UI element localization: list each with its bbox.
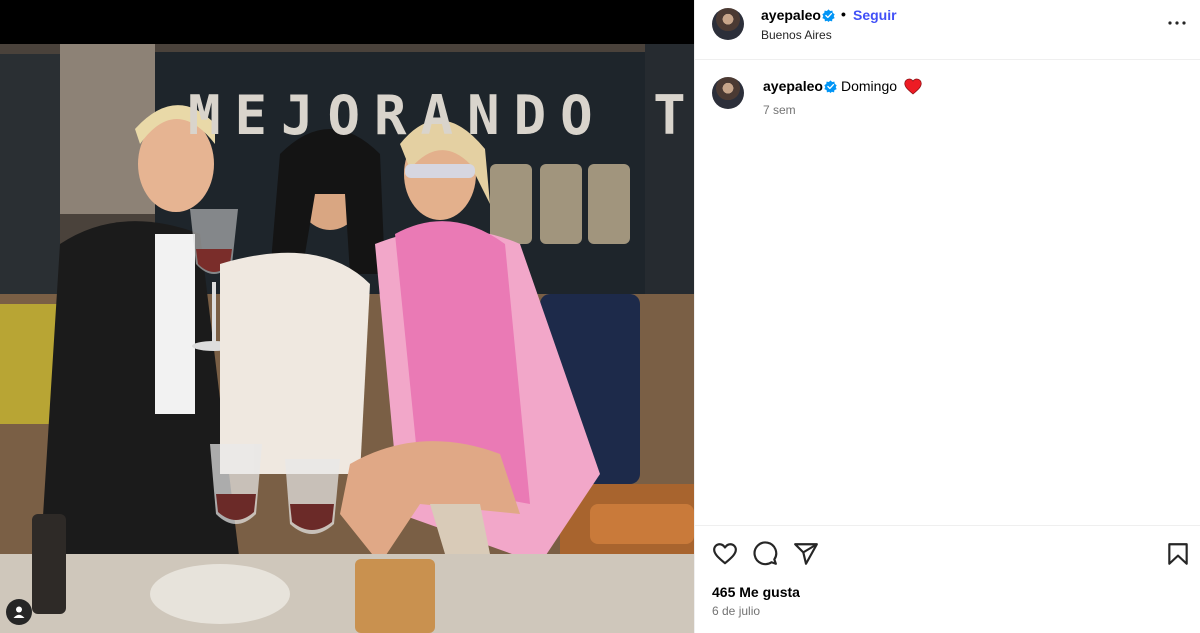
author-avatar[interactable] [712, 8, 744, 40]
bookmark-icon[interactable] [1165, 541, 1191, 567]
caption-author-avatar[interactable] [712, 77, 744, 109]
verified-badge-icon [822, 9, 835, 22]
more-options-icon[interactable] [1165, 11, 1189, 35]
share-icon[interactable] [793, 541, 819, 567]
post-media[interactable]: MEJORANDO TU [0, 0, 694, 633]
post-photo[interactable]: MEJORANDO TU [0, 44, 694, 633]
like-count[interactable]: 465 Me gusta [712, 584, 800, 600]
follow-button[interactable]: Seguir [853, 7, 897, 23]
post-actions: 465 Me gusta 6 de julio [695, 525, 1200, 633]
post-sidebar: ayepaleo • Seguir Buenos Aires ayepaleo … [694, 0, 1200, 633]
background-sign-text: MEJORANDO TU [188, 84, 694, 147]
post-header: ayepaleo • Seguir Buenos Aires [695, 0, 1200, 60]
user-icon [13, 606, 25, 618]
heart-outline-icon[interactable] [712, 541, 738, 567]
post-date[interactable]: 6 de julio [712, 604, 760, 618]
post-location[interactable]: Buenos Aires [761, 28, 832, 42]
separator-dot: • [841, 6, 846, 22]
author-username[interactable]: ayepaleo [761, 7, 821, 23]
comment-icon[interactable] [752, 541, 778, 567]
verified-badge-icon [824, 80, 837, 93]
caption-text: Domingo [841, 78, 898, 94]
red-heart-icon [904, 78, 922, 95]
tagged-users-button[interactable] [6, 599, 32, 625]
caption-time-ago[interactable]: 7 sem [763, 103, 796, 117]
caption-username[interactable]: ayepaleo [763, 78, 823, 94]
